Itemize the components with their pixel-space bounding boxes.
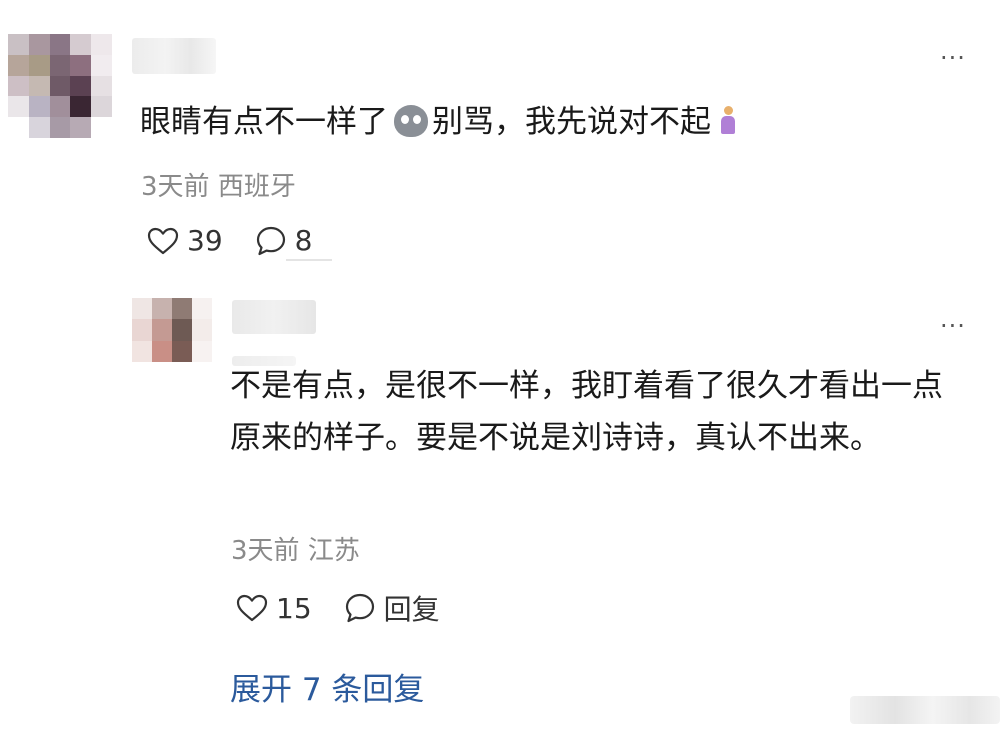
comment-text-part: 别骂，我先说对不起 (432, 104, 711, 140)
reply-label: 回复 (383, 593, 440, 626)
avatar-pixel (91, 117, 112, 138)
reply-more-options-icon[interactable]: ··· (940, 314, 966, 338)
face-emoji-icon (394, 105, 428, 137)
like-count: 39 (187, 224, 223, 257)
avatar-pixel (8, 75, 29, 97)
avatar-pixel (70, 75, 92, 97)
avatar-pixel (132, 340, 152, 362)
avatar-pixel (28, 75, 50, 97)
reply-button[interactable]: 8 (255, 224, 313, 257)
avatar-pixel (192, 319, 212, 341)
avatar-pixel (8, 54, 29, 76)
avatar-pixel (8, 117, 29, 138)
avatar-pixel (8, 96, 29, 118)
avatar-pixel (70, 117, 92, 138)
avatar-pixel (172, 298, 192, 320)
comment-location: 西班牙 (217, 172, 296, 202)
avatar-pixel (172, 319, 192, 341)
divider (286, 259, 332, 261)
avatar-pixel (49, 96, 71, 118)
avatar-pixel (49, 34, 71, 55)
comment-meta: 3天前 西班牙 (141, 166, 296, 203)
avatar-pixel (49, 54, 71, 76)
comment-actions: 39 8 (147, 224, 312, 257)
avatar-pixel (28, 117, 50, 138)
avatar-pixel (152, 340, 172, 362)
more-options-icon[interactable]: ··· (940, 46, 966, 70)
reply-meta: 3天前 江苏 (231, 530, 360, 567)
avatar-pixel (91, 96, 112, 118)
heart-icon (147, 227, 179, 254)
reply-actions: 15 回复 (236, 588, 440, 628)
reply-avatar[interactable] (132, 298, 212, 362)
like-button[interactable]: 39 (147, 224, 223, 257)
avatar-pixel (49, 75, 71, 97)
reply-text: 不是有点，是很不一样，我盯着看了很久才看出一点原来的样子。要是不说是刘诗诗，真认… (230, 368, 943, 456)
reply-time: 3天前 (231, 536, 300, 566)
reply-username-blurred[interactable] (232, 300, 316, 334)
comment-text: 眼睛有点不一样了 别骂，我先说对不起 (140, 96, 737, 148)
avatar-pixel (70, 54, 92, 76)
comment-time: 3天前 (141, 172, 210, 202)
watermark (850, 696, 1000, 724)
comment-bubble-icon (345, 593, 374, 623)
reply-like-button[interactable]: 15 (236, 592, 312, 625)
avatar-pixel (152, 319, 172, 341)
reply-count: 8 (294, 224, 313, 257)
avatar-pixel (91, 54, 112, 76)
comment-bubble-icon (256, 226, 285, 255)
person-emoji-icon (719, 106, 737, 136)
avatar-pixel (70, 34, 92, 55)
reply-location: 江苏 (307, 536, 360, 566)
avatar-pixel (192, 340, 212, 362)
avatar-pixel (192, 298, 212, 320)
avatar-pixel (28, 54, 50, 76)
avatar-pixel (28, 34, 50, 55)
expand-replies-link[interactable]: 展开 7 条回复 (230, 664, 424, 709)
reply-like-count: 15 (276, 591, 312, 625)
avatar-pixel (91, 34, 112, 55)
avatar-pixel (132, 319, 152, 341)
reply-to-reply-button[interactable]: 回复 (344, 588, 440, 628)
avatar-pixel (132, 298, 152, 320)
username-blurred[interactable] (132, 38, 216, 74)
comment-text-part: 眼睛有点不一样了 (140, 104, 388, 140)
avatar[interactable] (8, 34, 112, 138)
avatar-pixel (49, 117, 71, 138)
heart-icon (236, 594, 268, 622)
avatar-pixel (91, 75, 112, 97)
avatar-pixel (172, 340, 192, 362)
avatar-pixel (8, 34, 29, 55)
avatar-pixel (70, 96, 92, 118)
avatar-pixel (152, 298, 172, 320)
avatar-pixel (28, 96, 50, 118)
